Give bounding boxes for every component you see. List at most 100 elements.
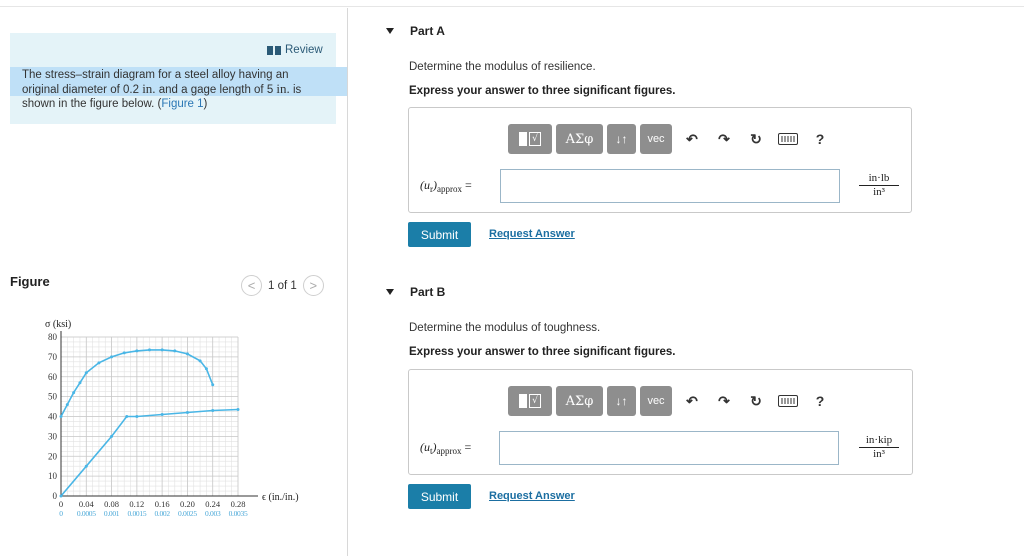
part-a-submit-button[interactable]: Submit	[408, 222, 471, 247]
data-point	[148, 348, 151, 352]
data-point	[65, 403, 69, 407]
part-b-prompt: Determine the modulus of toughness.	[409, 322, 601, 334]
help-icon[interactable]: ?	[804, 386, 836, 416]
redo-icon[interactable]: ↷	[708, 386, 740, 416]
x-tick-label-bottom: 0.0035	[229, 509, 248, 518]
undo-icon[interactable]: ↶	[676, 124, 708, 154]
sub-superscript-button[interactable]: ↓↑	[607, 124, 636, 154]
data-point	[211, 383, 215, 387]
data-point	[97, 361, 101, 365]
x-tick-label-bottom: 0.0015	[127, 509, 146, 518]
templates-icon: √	[519, 132, 541, 146]
data-point	[135, 415, 139, 418]
part-b-request-answer-link[interactable]: Request Answer	[489, 490, 575, 502]
x-tick-label-top: 0.24	[205, 499, 221, 509]
data-point	[198, 359, 202, 363]
next-figure-button[interactable]: >	[302, 275, 324, 296]
unit-denominator: in³	[873, 448, 885, 460]
part-b-instruction: Express your answer to three significant…	[409, 346, 676, 358]
previous-figure-button[interactable]: <	[241, 275, 262, 296]
data-point	[160, 348, 164, 352]
data-point	[135, 349, 139, 353]
x-tick-label-top: 0.04	[79, 499, 95, 509]
y-tick-label: 40	[48, 412, 58, 422]
collapse-triangle-icon	[386, 289, 394, 295]
data-point	[211, 409, 215, 413]
reset-icon[interactable]: ↻	[740, 124, 772, 154]
math-toolbar: √ ΑΣφ ↓↑ vec ↶ ↷ ↻ ?	[508, 386, 836, 416]
review-link[interactable]: Review	[267, 44, 323, 56]
data-point	[160, 413, 164, 417]
help-icon[interactable]: ?	[804, 124, 836, 154]
part-b-units: in·kip in³	[859, 434, 899, 460]
x-tick-label-top: 0.08	[104, 499, 119, 509]
part-a-prompt: Determine the modulus of resilience.	[409, 61, 596, 73]
var-text: (u	[420, 178, 430, 192]
templates-button[interactable]: √	[508, 124, 552, 154]
var-approx: approx	[437, 184, 462, 194]
part-a-instruction: Express your answer to three significant…	[409, 85, 676, 97]
figure-link[interactable]: Figure 1	[161, 98, 203, 110]
x-tick-label-bottom: 0.0025	[178, 509, 197, 518]
part-b-header[interactable]: Part B	[386, 285, 445, 299]
review-label: Review	[285, 44, 323, 56]
part-a-units: in·lb in³	[859, 172, 899, 198]
sub-superscript-button[interactable]: ↓↑	[607, 386, 636, 416]
redo-icon[interactable]: ↷	[708, 124, 740, 154]
templates-button[interactable]: √	[508, 386, 552, 416]
part-a-request-answer-link[interactable]: Request Answer	[489, 228, 575, 240]
problem-text-part: and a gage length of 5	[155, 84, 277, 96]
x-tick-label-top: 0	[59, 499, 63, 509]
y-tick-label: 30	[48, 431, 58, 441]
data-point	[72, 391, 76, 395]
y-tick-label: 70	[48, 352, 58, 362]
part-a-answer-box: √ ΑΣφ ↓↑ vec ↶ ↷ ↻ ? (ur)approx = in·lb i…	[408, 107, 912, 213]
unit-inch: in.	[276, 81, 290, 96]
x-tick-label-bottom: 0.0005	[77, 509, 96, 518]
vector-button[interactable]: vec	[640, 124, 672, 154]
part-b-title: Part B	[410, 285, 446, 299]
data-point	[84, 371, 88, 375]
unit-numerator: in·kip	[859, 434, 899, 448]
templates-icon: √	[519, 394, 541, 408]
book-icon	[267, 45, 281, 55]
part-a-header[interactable]: Part A	[386, 24, 445, 38]
data-point	[236, 408, 240, 412]
x-tick-label-top: 0.20	[180, 499, 195, 509]
x-tick-label-top: 0.12	[129, 499, 144, 509]
part-b-answer-input[interactable]	[499, 431, 839, 465]
y-tick-label: 20	[48, 451, 58, 461]
part-b-answer-box: √ ΑΣφ ↓↑ vec ↶ ↷ ↻ ? (ut)approx = in·kip …	[408, 369, 913, 475]
keyboard-icon[interactable]	[772, 386, 804, 416]
part-b-submit-button[interactable]: Submit	[408, 484, 471, 509]
stress-strain-chart: 010203040506070800 0.04 0.08 0.12 0.16 0.20 0.…	[45, 319, 299, 518]
data-point	[110, 434, 114, 438]
greek-symbols-button[interactable]: ΑΣφ	[556, 124, 603, 154]
keyboard-icon[interactable]	[772, 124, 804, 154]
collapse-triangle-icon	[386, 28, 394, 34]
data-point	[122, 351, 126, 355]
x-tick-label-bottom: 0.003	[205, 509, 221, 518]
y-tick-label: 50	[48, 392, 58, 402]
var-text: (u	[420, 440, 430, 454]
greek-symbols-button[interactable]: ΑΣφ	[556, 386, 603, 416]
data-point	[59, 415, 63, 418]
x-axis-label: ϵ (in./in.)	[262, 492, 299, 503]
part-a-title: Part A	[410, 24, 445, 38]
y-tick-label: 0	[53, 491, 58, 501]
equals-sign: =	[464, 440, 472, 454]
part-b-variable-label: (ut)approx =	[420, 440, 471, 456]
panel-divider	[347, 8, 348, 556]
data-point	[173, 349, 177, 353]
reset-icon[interactable]: ↻	[740, 386, 772, 416]
x-tick-label-bottom: 0	[59, 509, 63, 518]
vector-button[interactable]: vec	[640, 386, 672, 416]
part-a-variable-label: (ur)approx =	[420, 178, 472, 194]
problem-text: The stress–strain diagram for a steel al…	[22, 68, 327, 111]
math-toolbar: √ ΑΣφ ↓↑ vec ↶ ↷ ↻ ?	[508, 124, 836, 154]
x-tick-label-top: 0.28	[231, 499, 246, 509]
part-a-answer-input[interactable]	[500, 169, 840, 203]
data-point	[59, 494, 63, 498]
undo-icon[interactable]: ↶	[676, 386, 708, 416]
data-point	[84, 464, 88, 468]
